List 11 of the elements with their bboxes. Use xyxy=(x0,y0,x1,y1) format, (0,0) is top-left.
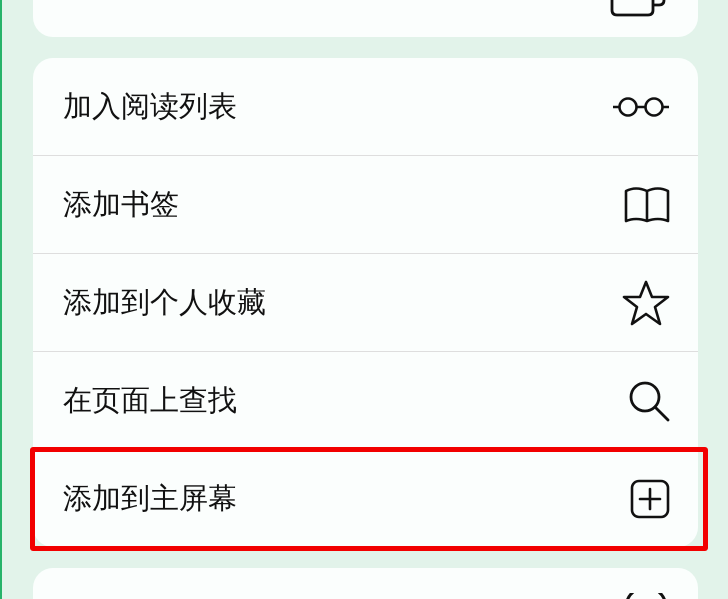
menu-item[interactable]: 添加到主屏幕 xyxy=(33,449,698,547)
glasses-icon xyxy=(612,96,670,118)
menu-item[interactable]: 添加到个人收藏 xyxy=(33,253,698,351)
book-icon xyxy=(624,186,670,224)
add-square-icon xyxy=(630,478,670,518)
menu-item[interactable]: 在页面上查找 xyxy=(33,351,698,449)
search-icon xyxy=(628,380,670,422)
copy-icon xyxy=(610,0,668,18)
menu-item[interactable]: 添加书签 xyxy=(33,155,698,253)
star-icon xyxy=(622,280,670,326)
menu-item[interactable]: 加入阅读列表 xyxy=(33,58,698,155)
